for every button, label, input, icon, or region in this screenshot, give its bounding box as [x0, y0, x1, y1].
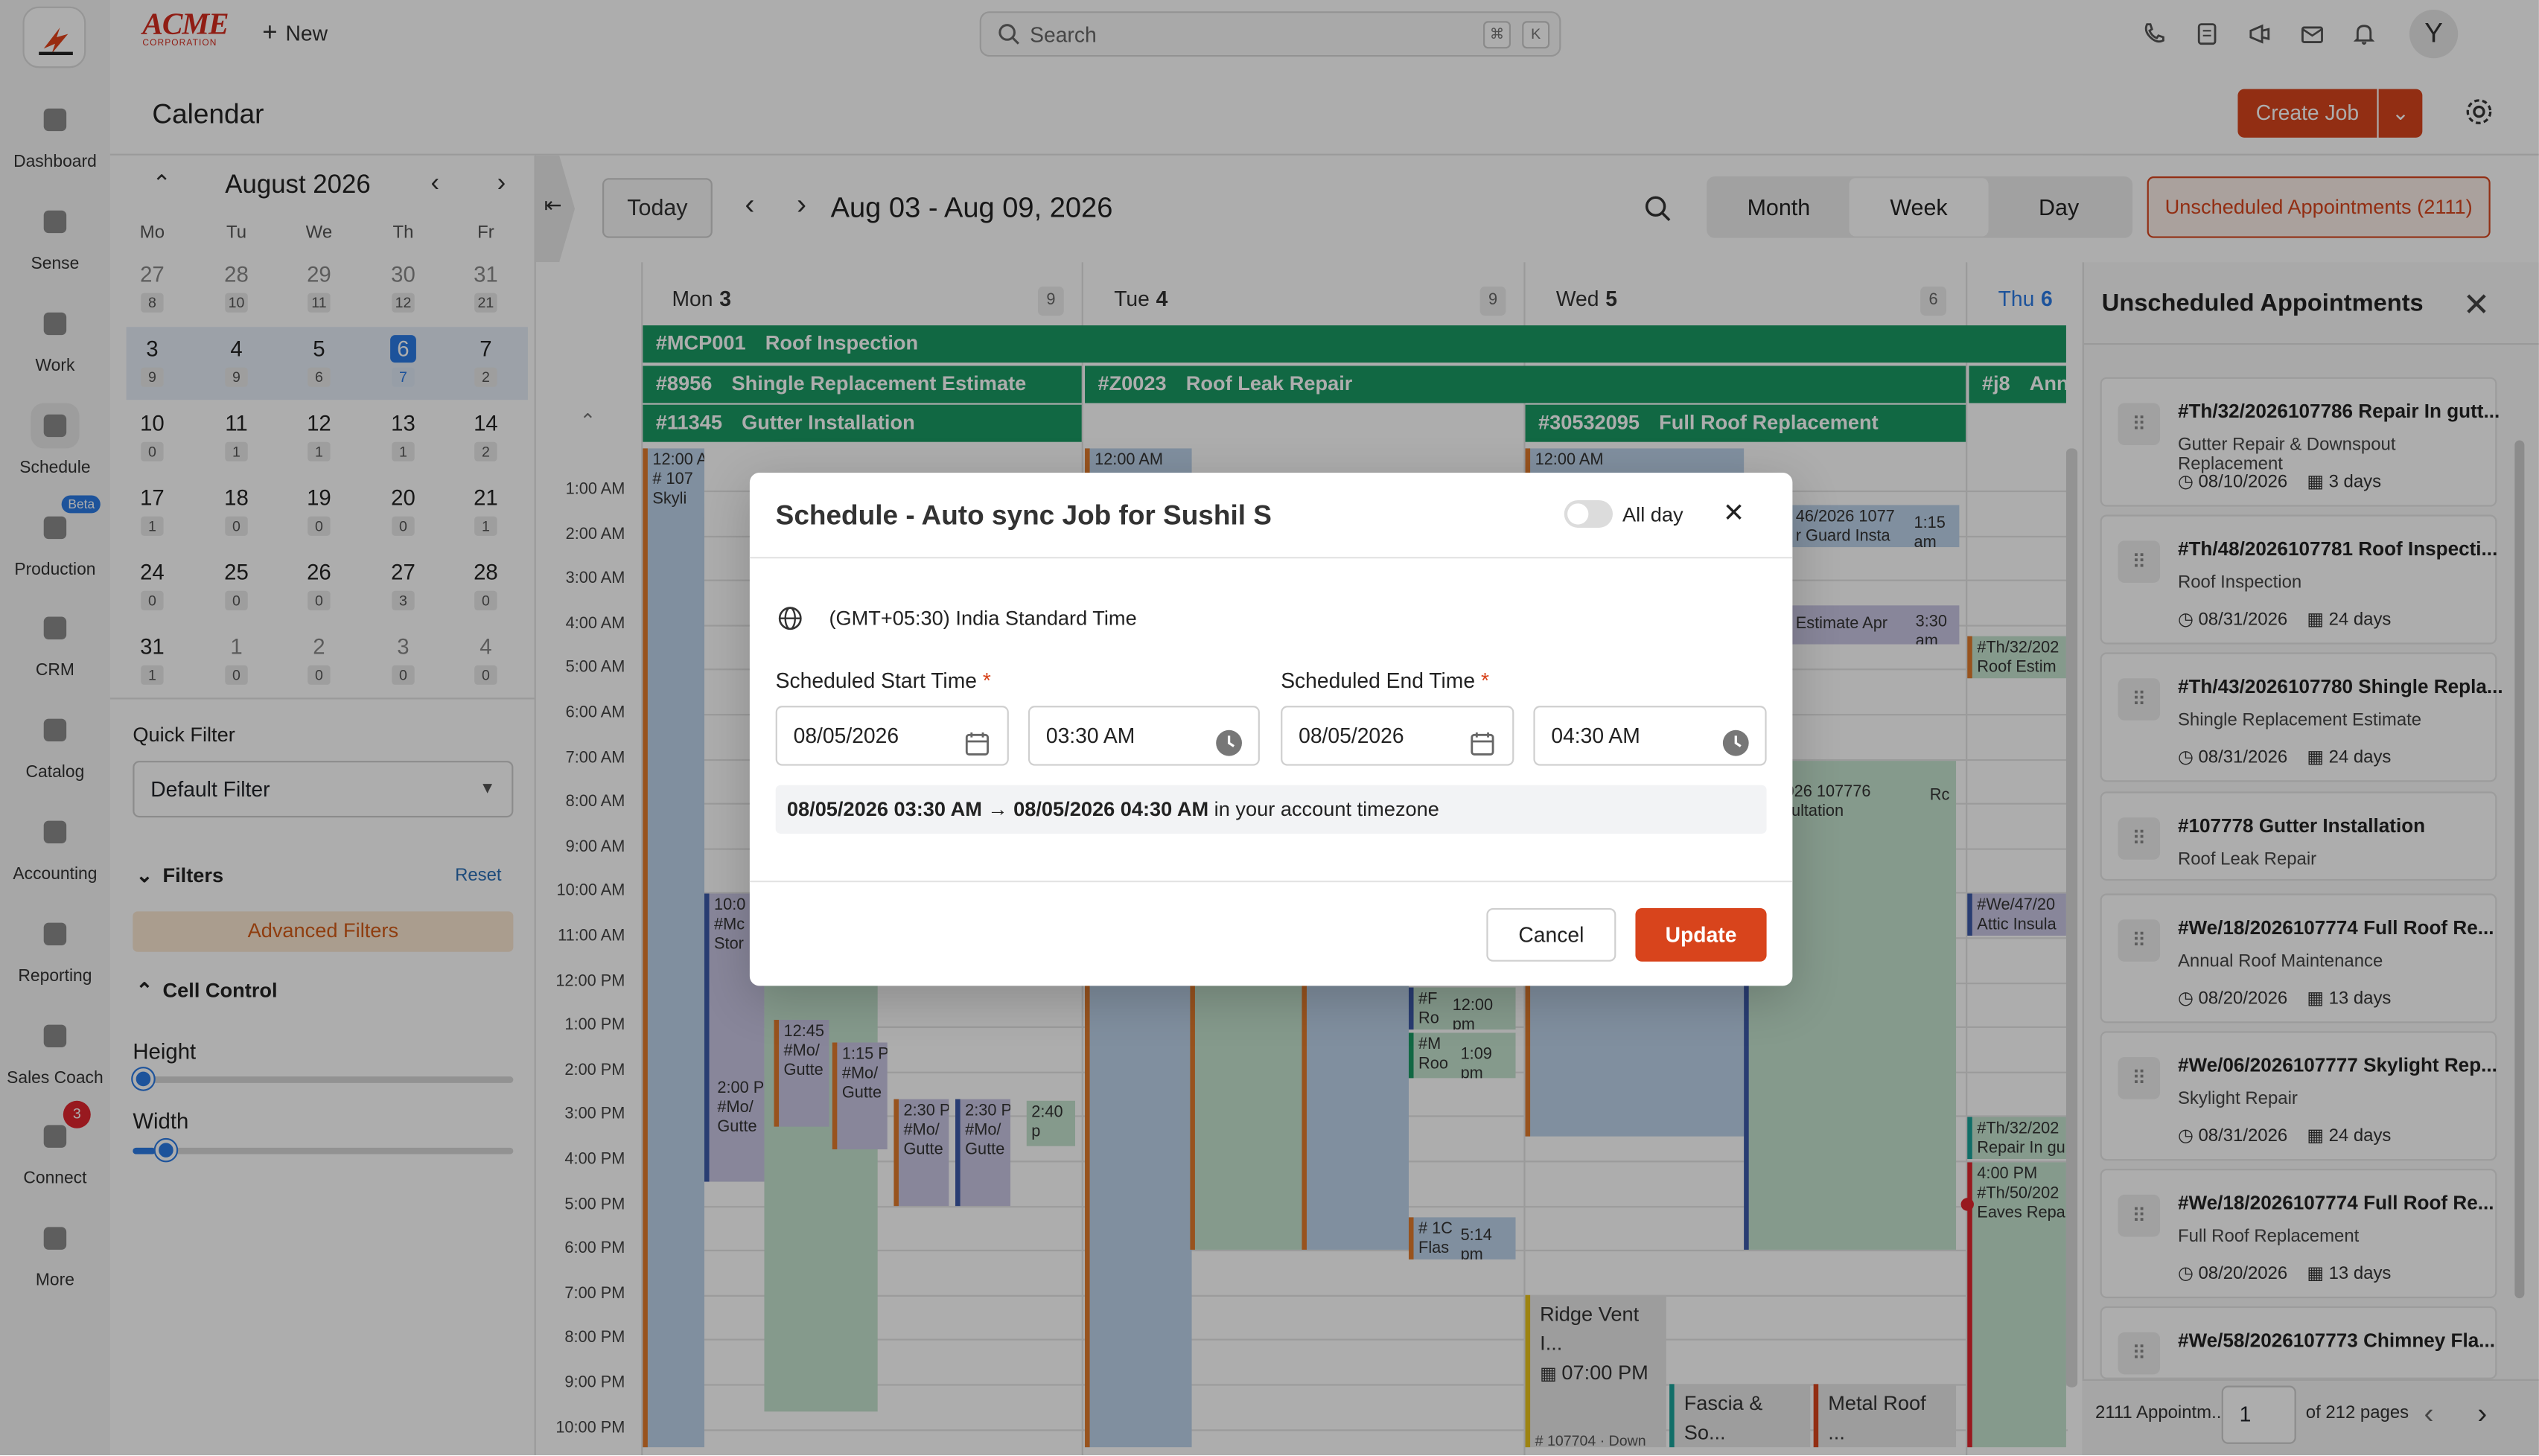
- calendar-icon: [1468, 722, 1496, 756]
- start-label-text: Scheduled Start Time: [775, 668, 977, 693]
- required-mark: *: [982, 668, 991, 693]
- start-time-value: 03:30 AM: [1045, 724, 1135, 748]
- summary-range: 08/05/2026 03:30 AM → 08/05/2026 04:30 A…: [786, 798, 1209, 821]
- end-time-field[interactable]: 04:30 AM: [1533, 706, 1767, 766]
- start-time-field[interactable]: 03:30 AM: [1028, 706, 1260, 766]
- globe-icon: [777, 605, 803, 631]
- all-day-toggle[interactable]: [1564, 499, 1613, 528]
- end-date-field[interactable]: 08/05/2026: [1281, 706, 1514, 766]
- end-label: Scheduled End Time *: [1281, 668, 1489, 693]
- toggle-knob: [1567, 503, 1589, 525]
- start-date-field[interactable]: 08/05/2026: [775, 706, 1009, 766]
- divider: [749, 881, 1793, 883]
- update-button[interactable]: Update: [1635, 908, 1767, 962]
- clock-icon: [1721, 722, 1749, 756]
- end-date-value: 08/05/2026: [1299, 724, 1404, 748]
- schedule-dialog: Schedule - Auto sync Job for Sushil S Al…: [749, 473, 1793, 986]
- divider: [749, 557, 1793, 559]
- all-day-label: All day: [1622, 503, 1683, 526]
- timezone-summary: 08/05/2026 03:30 AM → 08/05/2026 04:30 A…: [775, 785, 1767, 834]
- close-icon[interactable]: ✕: [1723, 497, 1745, 529]
- required-mark: *: [1480, 668, 1489, 693]
- cancel-button[interactable]: Cancel: [1486, 908, 1616, 962]
- summary-suffix: in your account timezone: [1214, 798, 1439, 821]
- clock-icon: [1214, 722, 1242, 756]
- end-time-value: 04:30 AM: [1551, 724, 1640, 748]
- start-date-value: 08/05/2026: [793, 724, 899, 748]
- timezone-label: (GMT+05:30) India Standard Time: [829, 607, 1137, 630]
- calendar-icon: [963, 722, 991, 756]
- app-root: Dashboard Sense Work Schedule Production Beta…: [0, 0, 2539, 1456]
- end-label-text: Scheduled End Time: [1281, 668, 1476, 693]
- dialog-title: Schedule - Auto sync Job for Sushil S: [775, 499, 1272, 531]
- start-label: Scheduled Start Time *: [776, 668, 991, 693]
